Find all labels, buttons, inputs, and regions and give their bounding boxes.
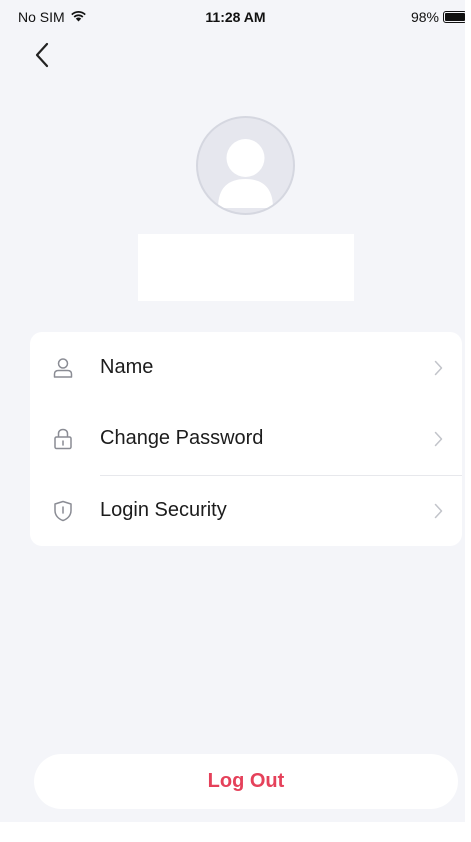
chevron-right-icon [432, 501, 444, 521]
menu-item-login-security[interactable]: Login Security [30, 475, 462, 546]
battery-percent: 98% [410, 9, 439, 25]
profile-name-placeholder [138, 234, 354, 301]
lock-icon [51, 427, 75, 451]
account-menu-card: Name Change Password Login Security [30, 332, 462, 546]
shield-icon [51, 499, 75, 523]
back-button[interactable] [26, 40, 58, 74]
screen-edge-right [465, 0, 471, 842]
chevron-right-icon [432, 429, 444, 449]
battery-level [445, 13, 465, 21]
user-icon [51, 356, 75, 380]
status-right: 98% [411, 9, 467, 25]
menu-item-change-password[interactable]: Change Password [30, 403, 462, 474]
screen-edge-bottom [0, 822, 471, 842]
screen: No SIM 11:28 AM 98% Name Change Password… [0, 0, 471, 842]
status-time: 11:28 AM [205, 9, 266, 25]
menu-item-label: Login Security [100, 499, 227, 521]
menu-item-label: Name [100, 356, 154, 378]
battery-icon [443, 11, 467, 23]
logout-label: Log Out [207, 770, 285, 792]
menu-item-label: Change Password [100, 427, 264, 449]
chevron-right-icon [432, 358, 444, 378]
logout-button[interactable]: Log Out [34, 754, 458, 809]
chevron-left-icon [35, 42, 49, 73]
avatar[interactable] [196, 116, 295, 215]
status-bar: No SIM 11:28 AM 98% [0, 0, 471, 34]
user-avatar-icon [218, 139, 273, 208]
menu-item-name[interactable]: Name [30, 332, 462, 403]
